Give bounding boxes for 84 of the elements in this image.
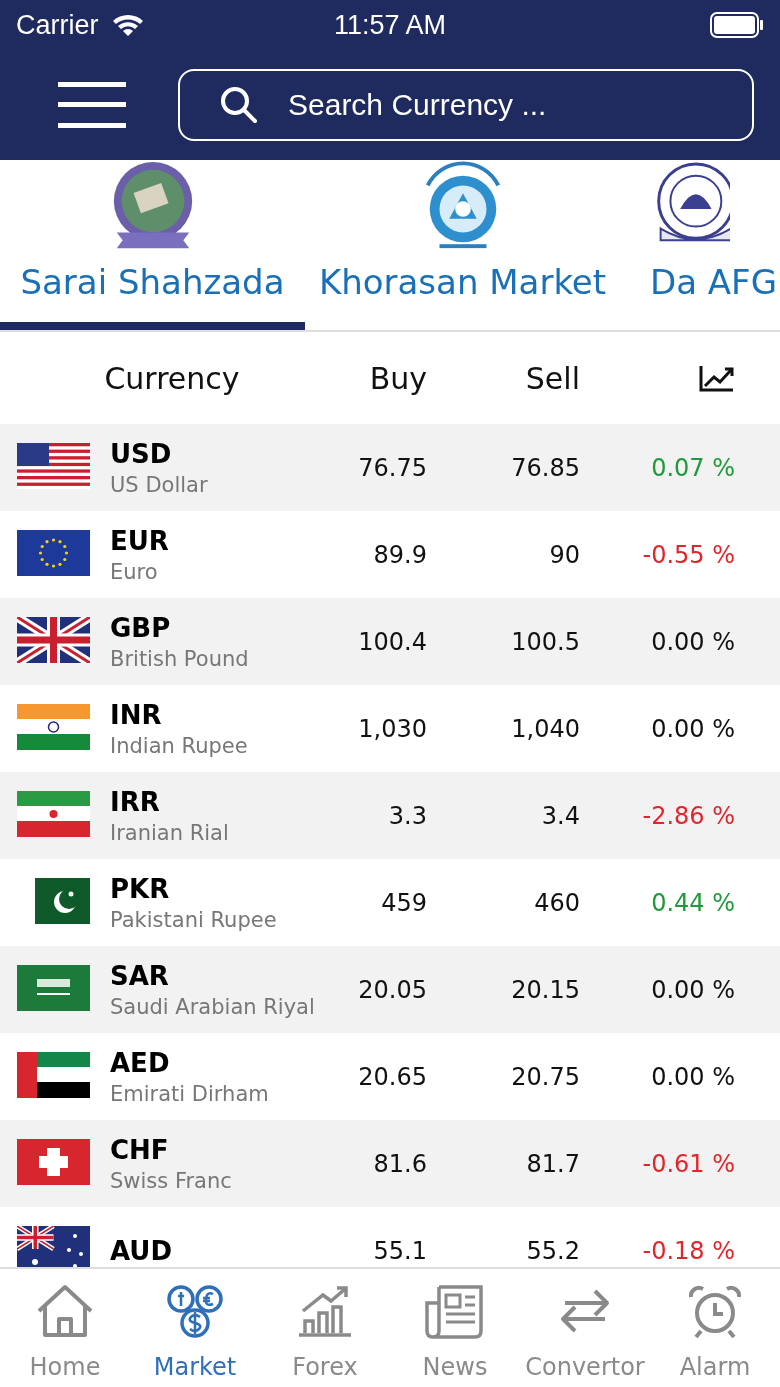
change-percent: 0.00 % <box>650 1062 735 1091</box>
currency-row[interactable]: GBP British Pound 100.4 100.5 0.00 % <box>0 598 780 685</box>
change-percent: 0.44 % <box>650 888 735 917</box>
coins-icon <box>165 1283 225 1339</box>
sell-rate: 81.7 <box>525 1149 580 1178</box>
sell-rate: 1,040 <box>510 714 580 743</box>
flag-icon <box>17 964 90 1011</box>
trend-chart-icon <box>699 364 735 392</box>
newspaper-icon <box>425 1283 485 1339</box>
battery-icon <box>710 12 764 38</box>
currency-name: Indian Rupee <box>110 733 248 758</box>
buy-rate: 1,030 <box>357 714 427 743</box>
sell-rate: 55.2 <box>525 1236 580 1265</box>
buy-rate: 89.9 <box>372 540 427 569</box>
currency-code: USD <box>110 438 172 469</box>
change-percent: 0.00 % <box>650 714 735 743</box>
buy-rate: 20.05 <box>357 975 427 1004</box>
currency-row[interactable]: EUR Euro 89.9 90 -0.55 % <box>0 511 780 598</box>
currency-name: British Pound <box>110 646 249 671</box>
currency-code: PKR <box>110 873 170 904</box>
flag-icon <box>17 790 90 837</box>
flag-icon <box>17 1138 90 1185</box>
flag-icon <box>17 703 90 750</box>
currency-row[interactable]: CHF Swiss Franc 81.6 81.7 -0.61 % <box>0 1120 780 1207</box>
buy-rate: 3.3 <box>387 801 427 830</box>
sell-rate: 76.85 <box>510 453 580 482</box>
flag-icon <box>17 1051 90 1098</box>
currency-code: IRR <box>110 786 160 817</box>
market-tab[interactable]: Da AFG <box>620 160 780 330</box>
currency-code: GBP <box>110 612 171 643</box>
column-header: Currency <box>103 360 240 396</box>
currency-row[interactable]: IRR Iranian Rial 3.3 3.4 -2.86 % <box>0 772 780 859</box>
tab-bar-item[interactable]: Market <box>130 1269 260 1387</box>
menu-icon[interactable] <box>58 82 126 128</box>
search-icon <box>220 86 258 124</box>
change-percent: -2.86 % <box>641 801 735 830</box>
sell-rate: 100.5 <box>510 627 580 656</box>
currency-name: Euro <box>110 559 158 584</box>
sell-rate: 20.75 <box>510 1062 580 1091</box>
currency-name: Pakistani Rupee <box>110 907 277 932</box>
change-percent: -0.61 % <box>641 1149 735 1178</box>
change-percent: -0.55 % <box>641 540 735 569</box>
flag-icon <box>17 616 90 663</box>
currency-name: Iranian Rial <box>110 820 229 845</box>
currency-row[interactable]: SAR Saudi Arabian Riyal 20.05 20.15 0.00 % <box>0 946 780 1033</box>
change-percent: 0.00 % <box>650 975 735 1004</box>
currency-row[interactable]: AUD 55.1 55.2 -0.18 % <box>0 1207 780 1267</box>
buy-rate: 100.4 <box>357 627 427 656</box>
currency-row[interactable]: PKR Pakistani Rupee 459 460 0.44 % <box>0 859 780 946</box>
market-tab[interactable]: Sarai Shahzada <box>0 160 305 330</box>
change-percent: 0.00 % <box>650 627 735 656</box>
sell-rate: 3.4 <box>540 801 580 830</box>
currency-name: Emirati Dirham <box>110 1081 269 1106</box>
sell-rate: 90 <box>548 540 580 569</box>
currency-code: AED <box>110 1047 170 1078</box>
currency-code: CHF <box>110 1134 169 1165</box>
currency-code: EUR <box>110 525 169 556</box>
clock-time: 11:57 AM <box>333 9 447 40</box>
currency-name: Saudi Arabian Riyal <box>110 994 315 1019</box>
column-header: Buy <box>368 360 427 396</box>
currency-code: AUD <box>110 1235 173 1266</box>
buy-rate: 459 <box>380 888 427 917</box>
currency-row[interactable]: INR Indian Rupee 1,030 1,040 0.00 % <box>0 685 780 772</box>
flag-icon <box>17 442 90 489</box>
buy-rate: 76.75 <box>357 453 427 482</box>
currency-name: Swiss Franc <box>110 1168 232 1193</box>
sell-rate: 20.15 <box>510 975 580 1004</box>
market-tab[interactable]: Khorasan Market <box>305 160 620 330</box>
change-percent: -0.18 % <box>641 1236 735 1265</box>
currency-code: INR <box>110 699 162 730</box>
buy-rate: 55.1 <box>372 1236 427 1265</box>
currency-code: SAR <box>110 960 169 991</box>
column-header: Sell <box>524 360 580 396</box>
buy-rate: 20.65 <box>357 1062 427 1091</box>
carrier-label: Carrier <box>16 9 99 41</box>
buy-rate: 81.6 <box>372 1149 427 1178</box>
currency-name: US Dollar <box>110 472 208 497</box>
house-icon <box>35 1283 95 1339</box>
sell-rate: 460 <box>533 888 580 917</box>
search-field[interactable]: Search Currency ... <box>178 69 754 141</box>
currency-row[interactable]: AED Emirati Dirham 20.65 20.75 0.00 % <box>0 1033 780 1120</box>
flag-icon <box>17 529 90 576</box>
currency-row[interactable]: USD US Dollar 76.75 76.85 0.07 % <box>0 424 780 511</box>
change-percent: 0.07 % <box>650 453 735 482</box>
